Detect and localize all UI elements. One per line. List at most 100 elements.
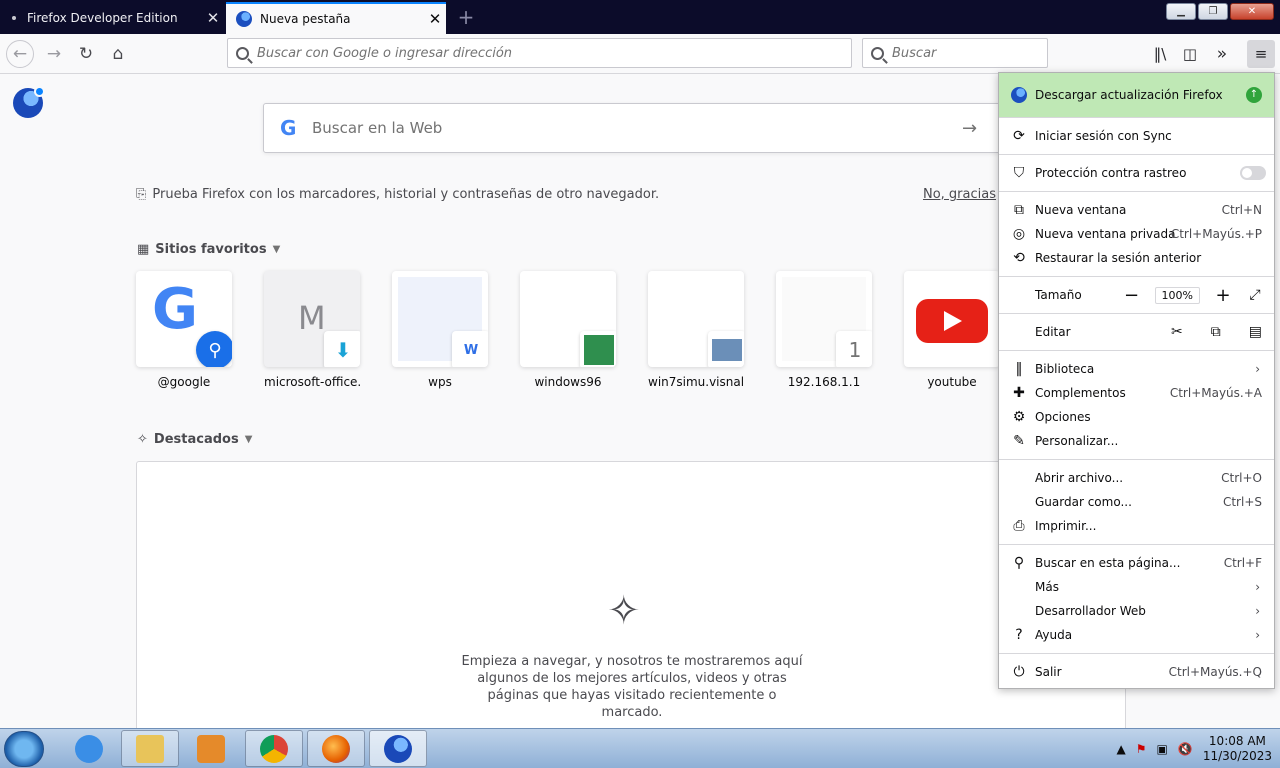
menu-restore-session[interactable]: ⟲ Restaurar la sesión anterior — [999, 246, 1274, 270]
menu-label: Imprimir... — [1035, 519, 1097, 533]
menu-options[interactable]: ⚙ Opciones — [999, 405, 1274, 429]
zoom-in-button[interactable]: + — [1214, 285, 1232, 306]
import-prompt: ⎘ Prueba Firefox con los marcadores, his… — [136, 187, 996, 202]
top-site-microsoft-office[interactable]: M ⬇ microsoft-office... — [264, 271, 360, 389]
firefox-developer-taskbar-icon[interactable] — [369, 730, 427, 767]
menu-separator — [999, 191, 1274, 192]
search-icon: ⚲ — [1013, 555, 1025, 571]
menu-addons[interactable]: ✚ Complementos Ctrl+Mayús.+A — [999, 381, 1274, 405]
search-go-arrow-icon[interactable]: → — [962, 118, 1002, 139]
close-window-button[interactable]: ✕ — [1230, 3, 1274, 20]
new-window-icon: ⧉ — [1014, 202, 1024, 218]
close-tab-icon[interactable]: ✕ — [424, 10, 446, 28]
menu-new-window[interactable]: ⧉ Nueva ventana Ctrl+N — [999, 198, 1274, 222]
menu-label: Editar — [1035, 325, 1071, 339]
network-icon[interactable]: ▣ — [1157, 742, 1168, 756]
menu-save-as[interactable]: Guardar como... Ctrl+S — [999, 490, 1274, 514]
clock[interactable]: 10:08 AM 11/30/2023 — [1203, 734, 1272, 764]
tab-indicator-icon — [12, 16, 16, 20]
sparkle-icon: ✧ — [607, 588, 641, 634]
chevron-down-icon: ▼ — [272, 244, 281, 255]
menu-web-developer[interactable]: Desarrollador Web › — [999, 599, 1274, 623]
menu-library[interactable]: ‖ Biblioteca › — [999, 357, 1274, 381]
highlights-heading[interactable]: ✧ Destacados ▼ — [137, 432, 252, 447]
minimize-button[interactable]: ▁ — [1166, 3, 1196, 20]
chrome-icon[interactable] — [245, 730, 303, 767]
zoom-out-button[interactable]: − — [1123, 285, 1141, 306]
menu-label: Complementos — [1035, 386, 1126, 400]
fullscreen-icon[interactable]: ⤢ — [1246, 287, 1264, 303]
file-explorer-icon[interactable] — [121, 730, 179, 767]
topsites-heading[interactable]: ▦ Sitios favoritos ▼ — [137, 242, 280, 257]
tracking-toggle[interactable] — [1240, 166, 1266, 180]
url-bar[interactable]: Buscar con Google o ingresar dirección — [227, 38, 852, 68]
home-button[interactable]: ⌂ — [104, 40, 132, 68]
menu-find[interactable]: ⚲ Buscar en esta página... Ctrl+F — [999, 551, 1274, 575]
menu-separator — [999, 459, 1274, 460]
top-site-wps[interactable]: W wps — [392, 271, 488, 389]
menu-label: Guardar como... — [1035, 495, 1132, 509]
copy-icon[interactable]: ⧉ — [1211, 324, 1221, 340]
windows96-icon — [580, 331, 616, 367]
web-search-box[interactable]: G Buscar en la Web → — [263, 103, 1003, 153]
overflow-chevron-icon[interactable]: » — [1208, 40, 1236, 68]
windows-taskbar: ▲ ⚑ ▣ 🔇 10:08 AM 11/30/2023 — [0, 728, 1280, 768]
paste-icon[interactable]: ▤ — [1249, 324, 1262, 340]
site-thumbnail — [904, 271, 1000, 367]
top-sites: G ⚲ @google M ⬇ microsoft-office... W wp… — [136, 271, 1000, 389]
menu-label: Iniciar sesión con Sync — [1035, 129, 1172, 143]
top-site-youtube[interactable]: youtube — [904, 271, 1000, 389]
cut-icon[interactable]: ✂ — [1171, 324, 1183, 340]
win7simu-icon — [708, 331, 744, 367]
menu-tracking-protection[interactable]: ⛉ Protección contra rastreo — [999, 161, 1274, 185]
menu-shortcut: Ctrl+S — [1222, 495, 1262, 509]
action-center-flag-icon[interactable]: ⚑ — [1136, 742, 1147, 756]
sidebar-icon[interactable]: ◫ — [1176, 40, 1204, 68]
menu-label: Desarrollador Web — [1035, 604, 1146, 618]
top-site-win7simu[interactable]: win7simu.visnali... — [648, 271, 744, 389]
firefox-taskbar-icon[interactable] — [307, 730, 365, 767]
tab-firefox-developer-edition[interactable]: Firefox Developer Edition ✕ — [0, 2, 224, 34]
volume-muted-icon[interactable]: 🔇 — [1178, 742, 1193, 756]
top-site-router[interactable]: 1 192.168.1.1 — [776, 271, 872, 389]
site-letter-badge: 1 — [836, 331, 872, 367]
tab-nueva-pestana[interactable]: Nueva pestaña ✕ — [226, 2, 446, 34]
import-dismiss-link[interactable]: No, gracias — [923, 187, 996, 202]
menu-help[interactable]: ? Ayuda › — [999, 623, 1274, 647]
menu-private-window[interactable]: ◎ Nueva ventana privada Ctrl+Mayús.+P — [999, 222, 1274, 246]
top-site-windows96[interactable]: windows96 — [520, 271, 616, 389]
url-placeholder: Buscar con Google o ingresar dirección — [257, 45, 513, 61]
forward-button[interactable]: → — [40, 40, 68, 68]
menu-label: Biblioteca — [1035, 362, 1095, 376]
search-bar[interactable]: Buscar — [862, 38, 1048, 68]
menu-shortcut: Ctrl+F — [1223, 556, 1262, 570]
internet-explorer-icon[interactable] — [60, 730, 118, 767]
menu-quit[interactable]: ⏻ Salir Ctrl+Mayús.+Q — [999, 660, 1274, 684]
menu-label: Descargar actualización Firefox — [1035, 88, 1223, 102]
menu-more[interactable]: Más › — [999, 575, 1274, 599]
menu-separator — [999, 544, 1274, 545]
restore-button[interactable]: ❐ — [1198, 3, 1228, 20]
reload-button[interactable]: ↻ — [72, 40, 100, 68]
media-player-icon[interactable] — [182, 730, 240, 767]
back-button[interactable]: ← — [6, 40, 34, 68]
menu-print[interactable]: ⎙ Imprimir... — [999, 514, 1274, 538]
mask-icon: ◎ — [1012, 226, 1026, 242]
zoom-reset-button[interactable]: 100% — [1154, 286, 1200, 304]
new-tab-plus-icon[interactable]: + — [456, 4, 476, 30]
edit-controls: ✂ ⧉ ▤ — [1171, 324, 1262, 340]
menu-download-update[interactable]: Descargar actualización Firefox ↑ — [999, 73, 1274, 117]
menu-customize[interactable]: ✎ Personalizar... — [999, 429, 1274, 453]
printer-icon: ⎙ — [1013, 518, 1025, 534]
menu-shortcut: Ctrl+Mayús.+P — [1170, 227, 1262, 241]
top-site-google[interactable]: G ⚲ @google — [136, 271, 232, 389]
menu-hamburger-button[interactable]: ≡ — [1247, 40, 1275, 68]
menu-sync[interactable]: ⟳ Iniciar sesión con Sync — [999, 124, 1274, 148]
menu-label: Nueva ventana privada — [1035, 227, 1176, 241]
show-hidden-icons-icon[interactable]: ▲ — [1117, 742, 1126, 756]
menu-open-file[interactable]: Abrir archivo... Ctrl+O — [999, 466, 1274, 490]
import-text: Prueba Firefox con los marcadores, histo… — [152, 187, 660, 202]
close-tab-icon[interactable]: ✕ — [202, 9, 224, 27]
start-button[interactable] — [4, 731, 44, 767]
library-icon[interactable]: ‖\ — [1146, 40, 1174, 68]
